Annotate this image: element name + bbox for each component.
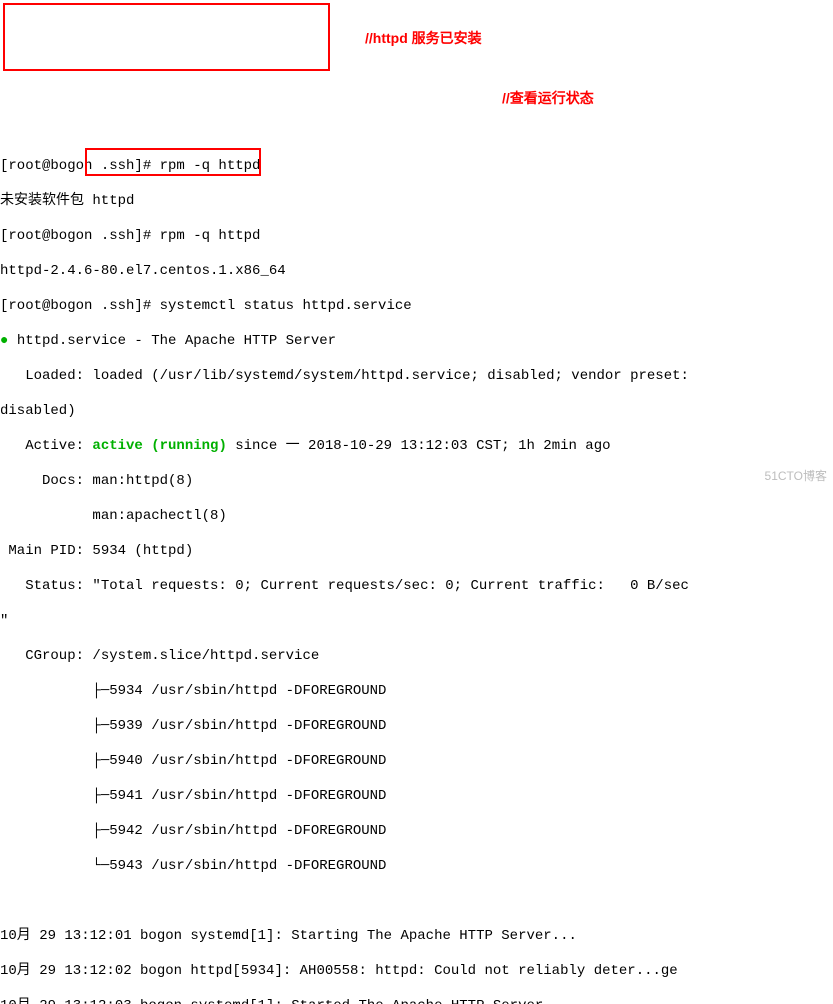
blank-line [0,893,833,911]
active-since: since 一 2018-10-29 13:12:03 CST; 1h 2min… [227,438,611,454]
output-not-installed: 未安装软件包 httpd [0,193,833,211]
annotation-service-installed: //httpd 服务已安装 [365,30,482,48]
service-header: ● httpd.service - The Apache HTTP Server [0,333,833,351]
log-line: 10月 29 13:12:03 bogon systemd[1]: Starte… [0,998,833,1004]
docs-line2: man:apachectl(8) [0,508,833,526]
highlight-rpm-box [3,3,330,71]
loaded-line: Loaded: loaded (/usr/lib/systemd/system/… [0,368,833,386]
log-line: 10月 29 13:12:01 bogon systemd[1]: Starti… [0,928,833,946]
process-line: ├─5941 /usr/sbin/httpd -DFOREGROUND [0,788,833,806]
annotation-check-status: //查看运行状态 [502,90,594,108]
prompt-line: [root@bogon .ssh]# systemctl status http… [0,298,833,316]
process-line: └─5943 /usr/sbin/httpd -DFOREGROUND [0,858,833,876]
log-line: 10月 29 13:12:02 bogon httpd[5934]: AH005… [0,963,833,981]
active-label: Active: [0,438,92,454]
prompt-line: [root@bogon .ssh]# rpm -q httpd [0,228,833,246]
process-line: ├─5942 /usr/sbin/httpd -DFOREGROUND [0,823,833,841]
main-pid-line: Main PID: 5934 (httpd) [0,543,833,561]
prompt-line: [root@bogon .ssh]# rpm -q httpd [0,158,833,176]
watermark: 51CTO博客 [765,469,827,484]
disabled-line: disabled) [0,403,833,421]
service-title: httpd.service - The Apache HTTP Server [17,333,336,349]
process-line: ├─5939 /usr/sbin/httpd -DFOREGROUND [0,718,833,736]
process-line: ├─5940 /usr/sbin/httpd -DFOREGROUND [0,753,833,771]
output-package-version: httpd-2.4.6-80.el7.centos.1.x86_64 [0,263,833,281]
cgroup-line: CGroup: /system.slice/httpd.service [0,648,833,666]
status-dot-icon: ● [0,333,17,349]
active-line: Active: active (running) since 一 2018-10… [0,438,833,456]
docs-line: Docs: man:httpd(8) [0,473,833,491]
status-line: Status: "Total requests: 0; Current requ… [0,578,833,596]
active-running: active (running) [92,438,226,454]
status-line-end: " [0,613,833,631]
process-line: ├─5934 /usr/sbin/httpd -DFOREGROUND [0,683,833,701]
